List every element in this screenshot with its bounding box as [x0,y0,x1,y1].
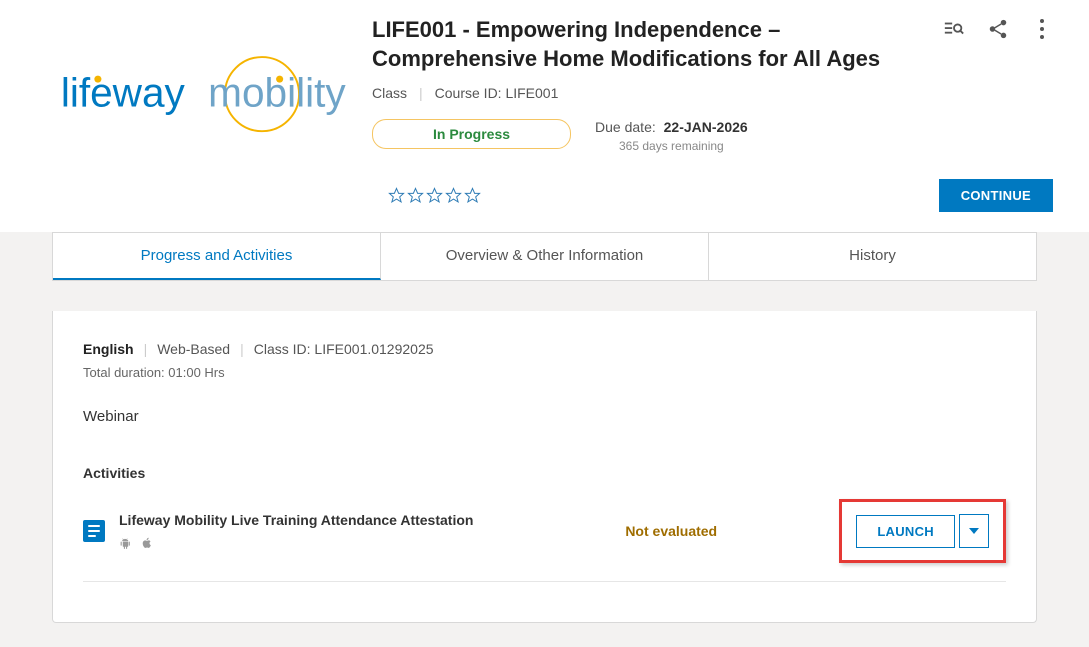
search-list-icon[interactable] [943,18,965,40]
class-duration: Total duration: 01:00 Hrs [83,365,1006,380]
activity-row: Lifeway Mobility Live Training Attendanc… [83,499,1006,582]
svg-text:mobility: mobility [208,70,346,116]
course-type: Class [372,85,407,101]
due-date-value: 22-JAN-2026 [664,119,748,135]
star-icon[interactable] [407,187,424,204]
tab-bar: Progress and Activities Overview & Other… [52,232,1037,281]
tab-progress-activities[interactable]: Progress and Activities [53,233,381,280]
class-card: English | Web-Based | Class ID: LIFE001.… [52,311,1037,623]
class-delivery: Web-Based [157,341,230,357]
activity-status: Not evaluated [625,523,825,539]
apple-icon [140,536,153,550]
more-options-icon[interactable] [1031,18,1053,40]
star-rating[interactable] [388,187,481,204]
activities-heading: Activities [83,465,1006,481]
course-title: LIFE001 - Empowering Independence – Comp… [372,16,931,73]
document-icon [83,520,105,542]
launch-button[interactable]: LAUNCH [856,515,955,548]
launch-highlight-box: LAUNCH [839,499,1006,563]
separator-bar: | [240,341,244,357]
class-format: Webinar [83,408,1006,425]
star-icon[interactable] [426,187,443,204]
continue-button[interactable]: CONTINUE [939,179,1053,212]
separator-bar: | [419,85,423,101]
course-id: Course ID: LIFE001 [435,85,559,101]
chevron-down-icon [969,528,979,534]
course-meta: Class | Course ID: LIFE001 [372,85,931,101]
android-icon [119,536,132,550]
activity-title: Lifeway Mobility Live Training Attendanc… [119,512,611,528]
status-badge: In Progress [372,119,571,149]
due-date-label: Due date: [595,119,656,135]
class-language: English [83,341,134,357]
share-icon[interactable] [987,18,1009,40]
star-icon[interactable] [388,187,405,204]
tab-history[interactable]: History [709,233,1036,280]
separator-bar: | [144,341,148,357]
launch-dropdown-toggle[interactable] [959,514,989,548]
star-icon[interactable] [464,187,481,204]
class-id: Class ID: LIFE001.01292025 [254,341,434,357]
star-icon[interactable] [445,187,462,204]
tab-overview[interactable]: Overview & Other Information [381,233,709,280]
svg-text:lifeway: lifeway [61,70,186,116]
brand-logo: lifeway mobility [52,12,372,153]
days-remaining: 365 days remaining [595,139,748,153]
